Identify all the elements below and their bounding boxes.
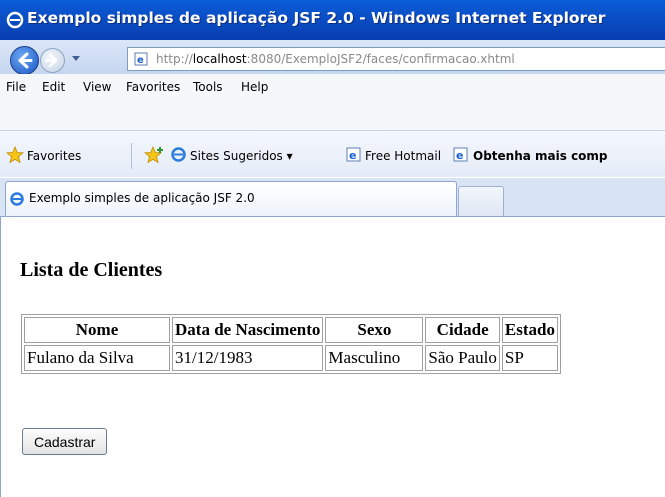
new-tab-button[interactable]	[458, 186, 504, 216]
back-button[interactable]	[10, 46, 39, 75]
cell-sexo: Masculino	[325, 345, 424, 371]
svg-text:e: e	[349, 149, 356, 162]
tab-title: Exemplo simples de aplicação JSF 2.0	[29, 191, 255, 205]
address-input[interactable]: e http://localhost:8080/ExemploJSF2/face…	[127, 47, 665, 71]
favorites-button[interactable]: Favorites	[27, 149, 81, 163]
window-title: Exemplo simples de aplicação JSF 2.0 - W…	[27, 9, 606, 27]
cell-estado: SP	[501, 345, 558, 371]
ie-sites-icon	[171, 147, 186, 162]
window-titlebar: Exemplo simples de aplicação JSF 2.0 - W…	[0, 0, 665, 40]
tab-exemplo-jsf[interactable]: Exemplo simples de aplicação JSF 2.0	[5, 181, 457, 216]
url-text: http://localhost:8080/ExemploJSF2/faces/…	[156, 52, 515, 66]
column-header-nome: Nome	[24, 317, 170, 343]
column-header-cidade: Cidade	[425, 317, 500, 343]
obtenha-page-icon: e	[453, 147, 468, 162]
cadastrar-button[interactable]: Cadastrar	[22, 428, 108, 455]
menu-tools[interactable]: Tools	[193, 80, 223, 94]
favorites-star-icon	[6, 146, 24, 164]
forward-button[interactable]	[40, 48, 65, 73]
forward-arrow-icon	[44, 53, 58, 68]
hotmail-page-icon: e	[346, 147, 361, 162]
page-title: Lista de Clientes	[20, 259, 163, 281]
cell-nome: Fulano da Silva	[24, 345, 170, 371]
tab-ie-icon	[10, 192, 24, 206]
menu-help[interactable]: Help	[241, 80, 268, 94]
menu-favorites[interactable]: Favorites	[126, 80, 180, 94]
svg-text:e: e	[137, 55, 144, 66]
menu-file[interactable]: File	[6, 80, 26, 94]
menu-edit[interactable]: Edit	[42, 80, 65, 94]
svg-text:e: e	[456, 149, 463, 162]
table-header-row: Nome Data de Nascimento Sexo Cidade Esta…	[24, 317, 558, 343]
cell-data-nascimento: 31/12/1983	[172, 345, 324, 371]
favorites-separator	[131, 143, 132, 169]
menu-view[interactable]: View	[83, 80, 111, 94]
free-hotmail-link[interactable]: Free Hotmail	[365, 149, 441, 163]
add-favorites-icon[interactable]	[144, 146, 164, 164]
ie-icon	[6, 11, 24, 29]
column-header-sexo: Sexo	[325, 317, 424, 343]
back-arrow-icon	[18, 52, 33, 69]
sites-sugeridos-button[interactable]: Sites Sugeridos ▾	[190, 149, 293, 163]
obtenha-mais-link[interactable]: Obtenha mais comp	[473, 149, 608, 163]
column-header-estado: Estado	[501, 317, 558, 343]
clients-table: Nome Data de Nascimento Sexo Cidade Esta…	[21, 314, 561, 374]
history-dropdown-icon[interactable]	[72, 56, 80, 61]
cell-cidade: São Paulo	[425, 345, 500, 371]
page-icon: e	[134, 52, 148, 66]
column-header-data-nascimento: Data de Nascimento	[172, 317, 324, 343]
table-row: Fulano da Silva 31/12/1983 Masculino São…	[24, 345, 558, 371]
